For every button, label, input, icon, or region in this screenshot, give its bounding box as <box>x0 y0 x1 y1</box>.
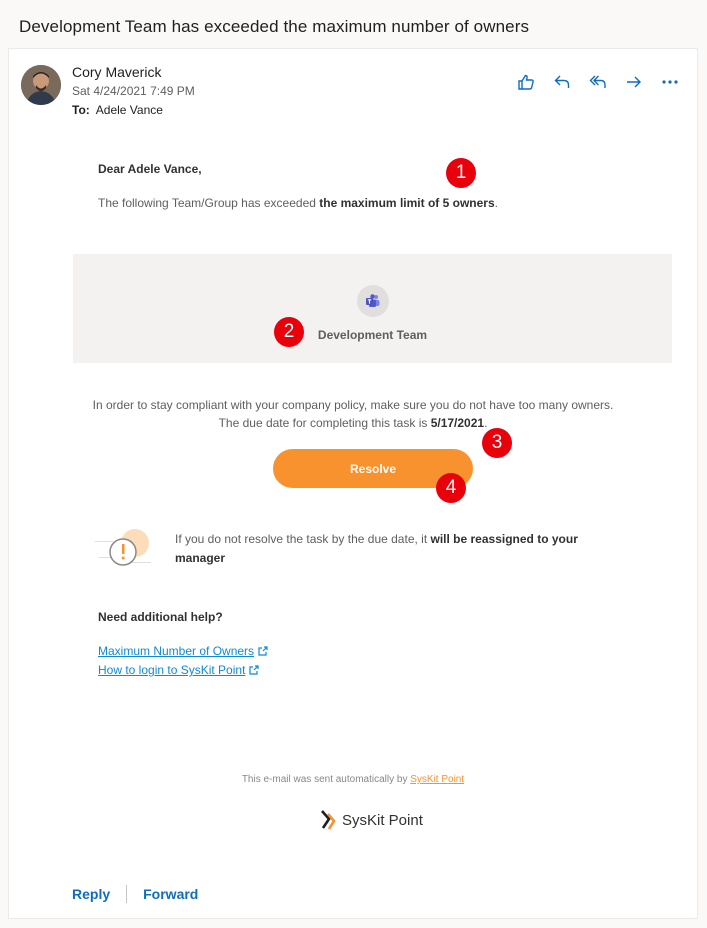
email-card: Cory Maverick Sat 4/24/2021 7:49 PM To: A… <box>8 48 698 919</box>
greeting: Dear Adele Vance, <box>98 162 202 176</box>
annotation-marker-2: 2 <box>274 317 304 347</box>
footer-link[interactable]: SysKit Point <box>410 774 464 785</box>
recipient-line: To: Adele Vance <box>72 103 163 117</box>
help-title: Need additional help? <box>98 610 223 624</box>
sender-avatar[interactable] <box>21 65 61 105</box>
message-actions <box>515 71 681 93</box>
forward-icon[interactable] <box>623 71 645 93</box>
reply-divider <box>126 885 128 903</box>
syskit-logo-text: SysKit Point <box>342 811 423 829</box>
sent-date: Sat 4/24/2021 7:49 PM <box>72 84 195 98</box>
due-date: 5/17/2021 <box>430 416 485 430</box>
annotation-marker-4: 4 <box>436 473 466 503</box>
policy-paragraph: In order to stay compliant with your com… <box>9 396 697 432</box>
intro-text: The following Team/Group has exceeded <box>98 196 320 210</box>
team-card: Development Team <box>73 254 672 363</box>
warning-plain: If you do not resolve the task by the du… <box>175 532 431 546</box>
footer-text: This e-mail was sent automatically by <box>241 774 411 785</box>
annotation-marker-3: 3 <box>482 428 512 458</box>
footer-note: This e-mail was sent automatically by Sy… <box>9 774 697 785</box>
help-link-max-owners[interactable]: Maximum Number of Owners <box>98 644 268 658</box>
help-link-login-label[interactable]: How to login to SysKit Point <box>98 663 245 677</box>
sender-name[interactable]: Cory Maverick <box>72 64 161 80</box>
policy-due-text: The due date for completing this task is <box>218 416 431 430</box>
to-label: To: <box>72 103 90 117</box>
external-link-icon <box>249 665 260 675</box>
intro-limit: the maximum limit of 5 owners <box>319 196 495 210</box>
like-icon[interactable] <box>515 71 537 93</box>
external-link-icon <box>258 646 268 656</box>
syskit-logo-icon <box>321 810 336 830</box>
reply-icon[interactable] <box>551 71 573 93</box>
warning-text: If you do not resolve the task by the du… <box>175 530 625 568</box>
intro-end: . <box>494 196 498 210</box>
annotation-marker-1: 1 <box>446 158 476 188</box>
team-name: Development Team <box>317 328 428 342</box>
policy-end: . <box>484 416 488 430</box>
reply-all-icon[interactable] <box>587 71 609 93</box>
help-link-max-owners-label[interactable]: Maximum Number of Owners <box>98 644 254 658</box>
warning-icon <box>95 526 153 570</box>
forward-button[interactable]: Forward <box>143 886 198 902</box>
policy-line-1: In order to stay compliant with your com… <box>92 398 614 412</box>
more-icon[interactable] <box>659 71 681 93</box>
email-subject: Development Team has exceeded the maximu… <box>19 17 530 36</box>
recipient-name[interactable]: Adele Vance <box>96 103 163 117</box>
teams-icon <box>357 285 389 317</box>
intro-paragraph: The following Team/Group has exceeded th… <box>98 196 498 210</box>
help-link-login[interactable]: How to login to SysKit Point <box>98 663 260 677</box>
reply-button[interactable]: Reply <box>72 886 110 902</box>
reply-bar: Reply Forward <box>72 885 198 903</box>
policy-line-2: The due date for completing this task is… <box>9 414 697 432</box>
syskit-logo: SysKit Point <box>320 809 423 831</box>
